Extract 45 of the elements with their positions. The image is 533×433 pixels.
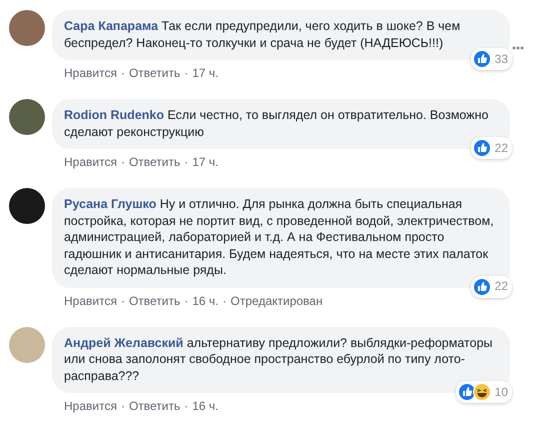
separator-dot: · bbox=[120, 155, 125, 169]
reply-link[interactable]: Ответить bbox=[128, 399, 180, 413]
thumbs-up-icon bbox=[472, 278, 491, 296]
like-link[interactable]: Нравится bbox=[64, 399, 117, 413]
separator-dot: · bbox=[120, 294, 125, 308]
like-link[interactable]: Нравится bbox=[64, 155, 117, 169]
separator-dot: · bbox=[222, 294, 227, 308]
author-link[interactable]: Сара Капарама bbox=[64, 19, 158, 33]
edited-label: Отредактирован bbox=[230, 294, 323, 308]
reply-link[interactable]: Ответить bbox=[128, 66, 180, 80]
reply-link[interactable]: Ответить bbox=[128, 155, 180, 169]
reaction-count: 22 bbox=[494, 140, 508, 156]
thumbs-up-icon bbox=[472, 50, 491, 68]
laughing-face-icon bbox=[472, 383, 491, 401]
timestamp-link[interactable]: 17 ч. bbox=[192, 155, 219, 169]
separator-dot: · bbox=[184, 399, 188, 413]
avatar-photo[interactable] bbox=[9, 99, 45, 135]
reaction-badge[interactable]: 10 bbox=[456, 381, 512, 403]
reply-link[interactable]: Ответить bbox=[128, 294, 180, 308]
comment-text: Сара Капарама Так если предупредили, чего ходить в шоке? В чем беспредел? Наконец-то толкучки и срача не будет (НАДЕЮСЬ!!!) bbox=[64, 18, 462, 51]
more-options-icon[interactable] bbox=[512, 46, 524, 50]
comment-text: Андрей Желавский альтернативу предложили? выблядки-реформаторы или снова заполонят свободное пространство ебурлой по типу лото-расправа??? bbox=[64, 334, 494, 384]
reaction-badge[interactable]: 22 bbox=[470, 276, 512, 298]
reaction-badge[interactable]: 33 bbox=[470, 48, 512, 70]
separator-dot: · bbox=[120, 399, 125, 413]
separator-dot: · bbox=[120, 66, 125, 80]
reaction-count: 22 bbox=[494, 278, 508, 295]
timestamp-link[interactable]: 17 ч. bbox=[192, 66, 219, 80]
reaction-badge[interactable]: 22 bbox=[470, 137, 512, 159]
comment-text: Rodion Rudenko Если честно, то выглядел он отвратительно. Возможно сделают реконструкцию bbox=[64, 107, 490, 140]
comment-text: Русана Глушко Ну и отлично. Для рынка должна быть специальная постройка, которая не портит вид, с проведенной водой, электричеством, администрацией, лабораторией и т.д. А на Фестивальном просто гадюшник и антисанитария. Будем надеяться, что на месте этих палаток сделают нормальные ряды. bbox=[64, 196, 495, 278]
separator-dot: · bbox=[184, 294, 188, 308]
reaction-count: 10 bbox=[494, 384, 508, 400]
reaction-count: 33 bbox=[494, 50, 508, 68]
timestamp-link[interactable]: 16 ч. bbox=[192, 399, 219, 413]
thumbs-up-icon bbox=[472, 139, 491, 157]
separator-dot: · bbox=[184, 155, 188, 169]
timestamp-link[interactable]: 16 ч. bbox=[192, 294, 219, 308]
separator-dot: · bbox=[184, 66, 188, 80]
avatar-photo[interactable] bbox=[9, 188, 45, 224]
like-link[interactable]: Нравится bbox=[64, 294, 117, 308]
author-link[interactable]: Русана Глушко bbox=[64, 197, 156, 211]
author-link[interactable]: Андрей Желавский bbox=[64, 336, 184, 350]
author-link[interactable]: Rodion Rudenko bbox=[64, 108, 164, 122]
like-link[interactable]: Нравится bbox=[64, 66, 117, 80]
